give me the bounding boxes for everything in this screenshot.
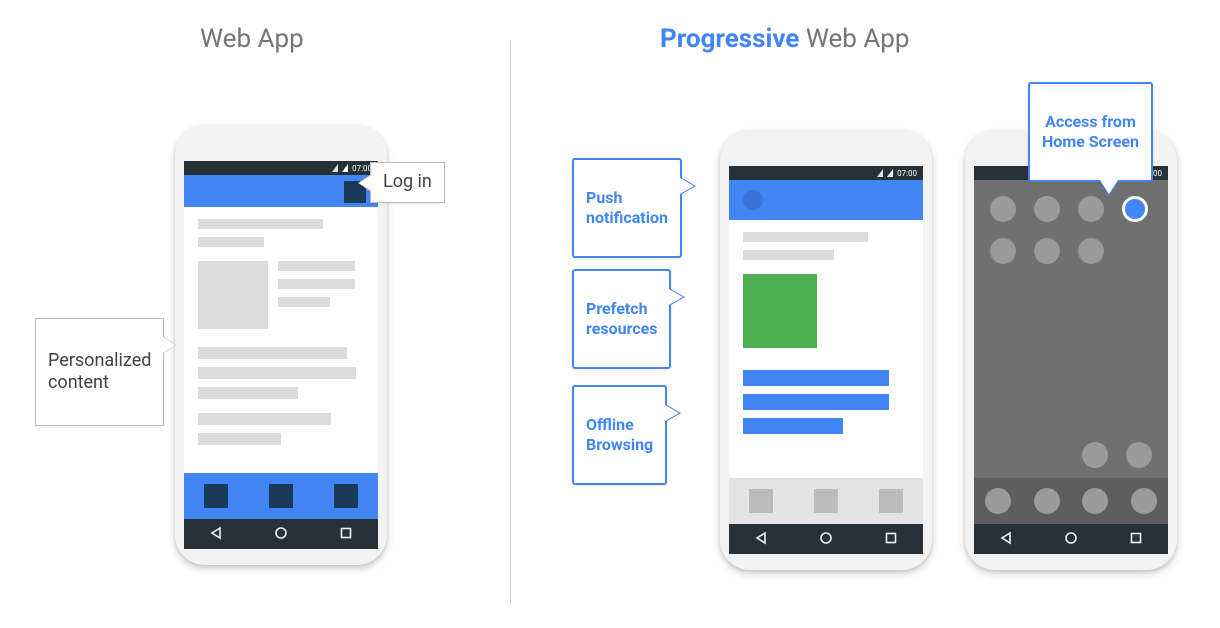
offline-bar: [743, 418, 843, 434]
callout-login: Log in: [370, 162, 445, 203]
pwa-home-icon: [1122, 196, 1148, 222]
status-bar: 07:00: [184, 161, 378, 175]
app-header: [184, 175, 378, 207]
app-icon-placeholder: [1034, 238, 1060, 264]
nav-recent-icon: [884, 530, 898, 549]
nav-home-icon: [819, 530, 833, 549]
tab-item: [269, 484, 293, 508]
phone-screen: 07:00: [974, 166, 1168, 524]
phone-screen: 07:00: [729, 166, 923, 524]
title-pwa: Progressive Web App: [660, 24, 910, 54]
title-pwa-rest: Web App: [799, 24, 909, 54]
android-nav-bar: [974, 524, 1168, 554]
title-web-app: Web App: [200, 24, 304, 54]
callout-login-label: Log in: [383, 171, 432, 192]
nav-back-icon: [754, 530, 768, 549]
phone-web-app: 07:00: [175, 125, 387, 565]
app-icon-placeholder: [1034, 196, 1060, 222]
bottom-tabs: [184, 473, 378, 519]
nav-home-icon: [274, 525, 288, 544]
nav-recent-icon: [339, 525, 353, 544]
callout-personalized-label: Personalized content: [48, 350, 151, 394]
notification-dot-icon: [743, 190, 763, 210]
vertical-divider: [510, 40, 511, 605]
android-nav-bar: [184, 519, 378, 549]
callout-prefetch-label: Prefetch resources: [586, 299, 657, 338]
phone-home-screen: 07:00: [965, 130, 1177, 570]
signal-icon: [332, 164, 338, 172]
callout-push: Push notification: [572, 158, 682, 258]
content-area: [729, 220, 923, 434]
status-time: 07:00: [897, 169, 917, 178]
tab-item: [204, 484, 228, 508]
app-icon-placeholder: [990, 238, 1016, 264]
dock-icon-placeholder: [1082, 488, 1108, 514]
app-icon-placeholder: [1078, 196, 1104, 222]
status-time: 07:00: [352, 164, 372, 173]
home-dock: [974, 478, 1168, 524]
bottom-tabs: [729, 478, 923, 524]
app-header: [729, 180, 923, 220]
callout-push-label: Push notification: [586, 188, 668, 227]
app-icon-placeholder: [990, 196, 1016, 222]
callout-offline: Offline Browsing: [572, 385, 667, 485]
phone-screen: 07:00: [184, 161, 378, 519]
offline-bar: [743, 394, 889, 410]
dock-icon-placeholder: [1034, 488, 1060, 514]
wifi-icon: [887, 169, 893, 177]
callout-offline-label: Offline Browsing: [586, 415, 653, 454]
nav-back-icon: [999, 530, 1013, 549]
phone-pwa-app: 07:00: [720, 130, 932, 570]
nav-recent-icon: [1129, 530, 1143, 549]
app-icon-placeholder: [1078, 238, 1104, 264]
status-bar: 07:00: [729, 166, 923, 180]
dock-icon-placeholder: [1131, 488, 1157, 514]
callout-prefetch: Prefetch resources: [572, 269, 671, 369]
nav-home-icon: [1064, 530, 1078, 549]
home-wallpaper: [974, 180, 1168, 524]
callout-personalized: Personalized content: [35, 318, 164, 426]
app-icon-placeholder: [1126, 442, 1152, 468]
signal-icon: [877, 169, 883, 177]
offline-bar: [743, 370, 889, 386]
prefetched-asset-icon: [743, 274, 817, 348]
tab-item: [814, 489, 838, 513]
content-area: [184, 207, 378, 445]
title-pwa-highlight: Progressive: [660, 24, 799, 54]
nav-back-icon: [209, 525, 223, 544]
callout-homescreen: Access from Home Screen: [1028, 82, 1153, 182]
android-nav-bar: [729, 524, 923, 554]
tab-item: [334, 484, 358, 508]
app-icon-placeholder: [1082, 442, 1108, 468]
callout-homescreen-label: Access from Home Screen: [1042, 112, 1139, 151]
wifi-icon: [342, 164, 348, 172]
tab-item: [749, 489, 773, 513]
dock-icon-placeholder: [985, 488, 1011, 514]
tab-item: [879, 489, 903, 513]
